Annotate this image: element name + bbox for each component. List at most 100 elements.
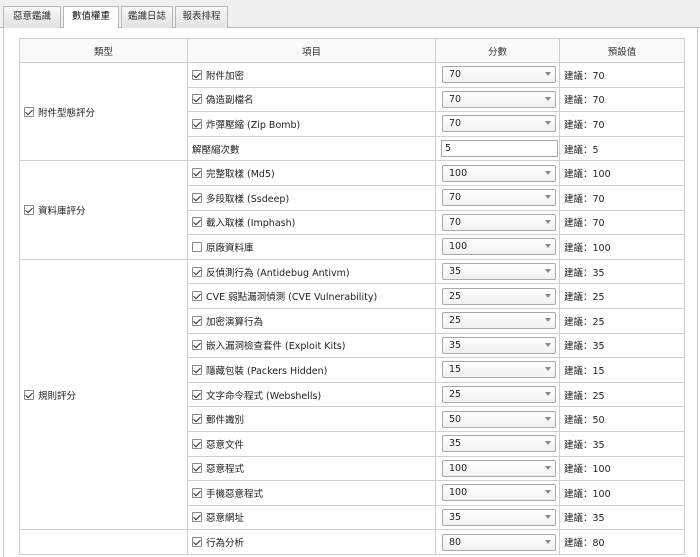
default-value: 建議：50 [559, 406, 685, 432]
category-checkbox-rules[interactable] [24, 389, 34, 400]
chevron-down-icon [545, 244, 551, 249]
item-cell: 加密演算行為 [187, 307, 436, 334]
chevron-down-icon [545, 195, 551, 200]
score-select[interactable]: 70 [442, 90, 556, 108]
item-checkbox[interactable] [192, 463, 202, 474]
category-label: 附件型態評分 [38, 107, 96, 119]
score-select[interactable]: 100 [442, 238, 556, 256]
item-cell: 惡意網址 [187, 504, 436, 531]
item-checkbox[interactable] [192, 537, 202, 548]
default-value: 建議：25 [559, 381, 685, 408]
score-select[interactable]: 15 [442, 361, 556, 379]
default-value: 建議：70 [559, 62, 685, 88]
score-select[interactable]: 100 [442, 459, 556, 477]
item-checkbox[interactable] [192, 340, 202, 351]
score-select[interactable]: 25 [442, 386, 556, 404]
default-value: 建議：25 [559, 307, 685, 334]
item-checkbox[interactable] [192, 266, 202, 277]
item-label: 嵌入漏洞檢查套件 (Exploit Kits) [206, 341, 346, 353]
item-checkbox[interactable] [192, 487, 202, 498]
item-label: 炸彈壓縮 (Zip Bomb) [206, 119, 301, 131]
score-cell: 70 [435, 111, 560, 137]
column-header-score: 分數 [435, 38, 560, 63]
item-checkbox[interactable] [192, 69, 202, 80]
chevron-down-icon [545, 219, 551, 224]
score-cell: 100 [435, 160, 560, 186]
category-cell-attachment: 附件型態評分 [19, 61, 188, 162]
column-header-default: 預設值 [559, 38, 685, 63]
score-select[interactable]: 25 [442, 287, 556, 305]
item-checkbox[interactable] [192, 512, 202, 523]
chevron-down-icon [545, 72, 551, 77]
score-select[interactable]: 35 [442, 263, 556, 281]
score-select[interactable]: 35 [442, 508, 556, 526]
item-cell: 附件加密 [187, 62, 436, 88]
default-value: 建議：100 [559, 234, 685, 260]
item-checkbox[interactable] [192, 168, 202, 179]
default-value: 建議：35 [559, 332, 685, 359]
score-select[interactable]: 70 [442, 189, 556, 207]
item-cell: 偽造副檔名 [187, 86, 436, 113]
score-cell: 15 [435, 357, 560, 383]
table-row: 規則評分 反偵測行為 (Antidebug Antivm) 35 建議：35 [19, 258, 685, 531]
item-checkbox[interactable] [192, 364, 202, 375]
tab-report-schedule[interactable]: 報表排程 [175, 6, 228, 28]
column-header-item: 項目 [187, 38, 436, 63]
score-select[interactable]: 70 [442, 66, 556, 84]
item-checkbox[interactable] [192, 389, 202, 400]
item-checkbox[interactable] [192, 414, 202, 425]
item-label: 載入取樣 (Imphash) [206, 218, 296, 230]
item-checkbox[interactable] [192, 241, 202, 252]
category-checkbox-database[interactable] [24, 205, 34, 216]
item-label: 郵件識別 [206, 415, 245, 427]
item-label: 文字命令程式 (Webshells) [206, 390, 322, 402]
item-cell: 行為分析 [187, 529, 436, 555]
item-checkbox[interactable] [192, 192, 202, 203]
item-checkbox[interactable] [192, 291, 202, 302]
score-select[interactable]: 100 [442, 484, 556, 502]
chevron-down-icon [545, 293, 551, 298]
decompress-count-input[interactable]: 5 [441, 140, 558, 158]
category-checkbox-attachment[interactable] [24, 106, 34, 117]
item-checkbox[interactable] [192, 315, 202, 326]
default-value: 建議：70 [559, 184, 685, 211]
default-value: 建議：35 [559, 504, 685, 531]
settings-panel: 類型 項目 分數 預設值 附件型態評分 附件加密 70 建議：70 偽造副檔名 … [3, 28, 698, 557]
item-checkbox[interactable] [192, 94, 202, 105]
default-value: 建議：25 [559, 283, 685, 309]
item-checkbox[interactable] [192, 438, 202, 449]
score-select[interactable]: 80 [442, 533, 556, 551]
score-cell: 80 [435, 529, 560, 555]
score-cell: 25 [435, 381, 560, 408]
item-cell: 載入取樣 (Imphash) [187, 209, 436, 236]
score-select[interactable]: 35 [442, 336, 556, 354]
score-select[interactable]: 50 [442, 410, 556, 428]
tab-forensics-log[interactable]: 鑑識日誌 [121, 6, 173, 28]
item-label: 多段取樣 (Ssdeep) [206, 193, 290, 205]
column-header-type: 類型 [19, 38, 188, 63]
score-select[interactable]: 100 [442, 164, 556, 182]
score-select[interactable]: 35 [442, 435, 556, 453]
score-cell: 25 [435, 307, 560, 334]
item-cell: 炸彈壓縮 (Zip Bomb) [187, 111, 436, 137]
tab-bar: 惡意鑑識 數值權重 鑑識日誌 報表排程 [0, 0, 700, 29]
chevron-down-icon [545, 514, 551, 519]
item-checkbox[interactable] [192, 118, 202, 129]
tab-malware-forensics[interactable]: 惡意鑑識 [3, 6, 61, 28]
score-cell: 100 [435, 455, 560, 482]
item-cell: 完整取樣 (Md5) [187, 160, 436, 186]
item-checkbox[interactable] [192, 217, 202, 228]
score-cell: 25 [435, 283, 560, 309]
item-label: 惡意文件 [206, 439, 245, 451]
chevron-down-icon [545, 121, 551, 126]
score-select[interactable]: 25 [442, 312, 556, 330]
default-value: 建議：5 [559, 135, 685, 162]
score-select[interactable]: 70 [442, 213, 556, 231]
score-select[interactable]: 70 [442, 115, 556, 133]
item-cell: 文字命令程式 (Webshells) [187, 381, 436, 408]
item-label: 完整取樣 (Md5) [206, 169, 275, 181]
score-cell: 70 [435, 184, 560, 211]
tab-value-weights[interactable]: 數值權重 [63, 6, 119, 29]
category-cell-behavior [19, 529, 188, 555]
score-cell: 35 [435, 430, 560, 457]
